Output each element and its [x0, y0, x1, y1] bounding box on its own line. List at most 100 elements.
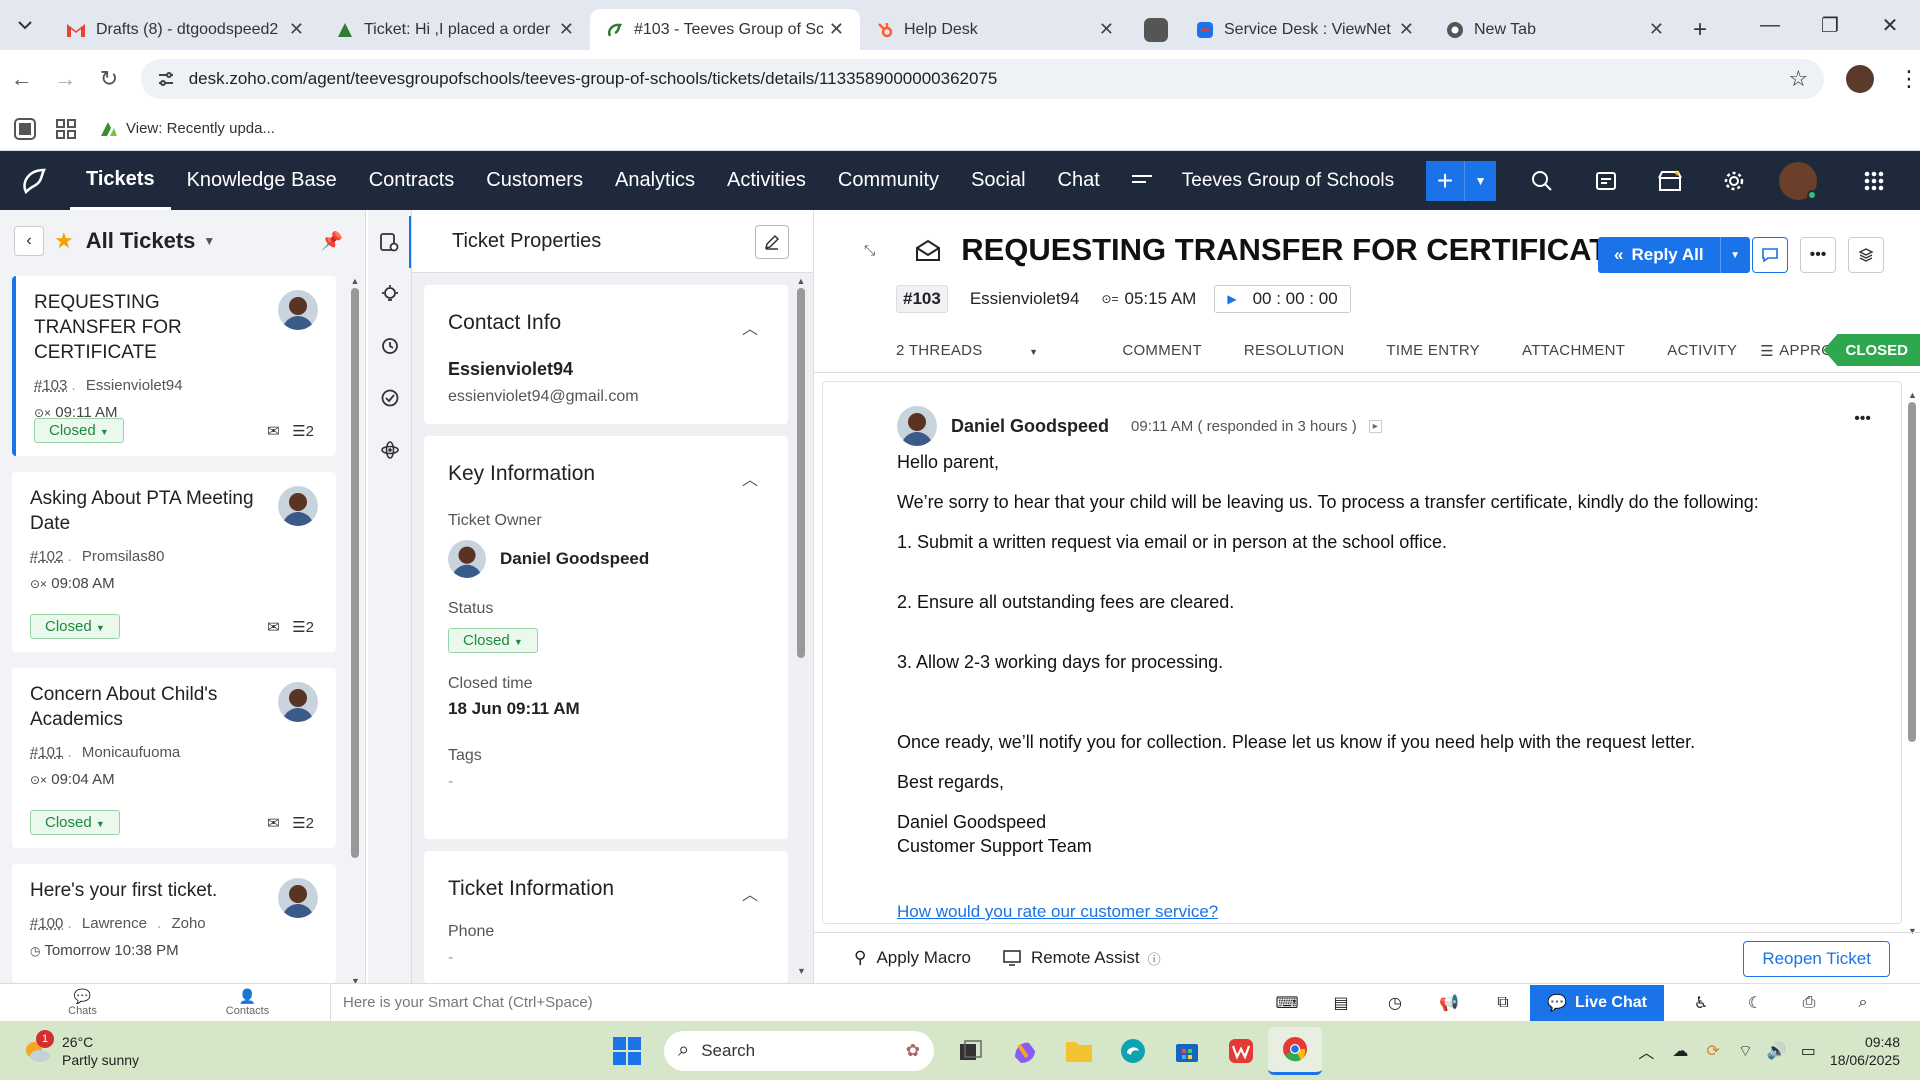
ticket-properties-icon[interactable] — [368, 216, 411, 268]
store-icon[interactable] — [1160, 1027, 1214, 1075]
clock-icon[interactable]: ◷ — [1368, 993, 1422, 1013]
back-button[interactable]: ‹ — [14, 226, 44, 256]
ticket-id[interactable]: #101 — [30, 744, 63, 761]
ticket-contact[interactable]: Promsilas80 — [82, 548, 165, 565]
chrome-taskbar-icon[interactable] — [1268, 1026, 1322, 1075]
tab-resolution[interactable]: RESOLUTION — [1244, 342, 1345, 359]
tab-group-icon[interactable] — [1130, 9, 1180, 50]
task-view-icon[interactable] — [944, 1027, 998, 1075]
time-tracker[interactable]: ▶ 00 : 00 : 00 — [1214, 285, 1351, 313]
list-scrollbar[interactable]: ▲ ▼ — [350, 276, 360, 986]
browser-tab-active[interactable]: #103 - Teeves Group of Sc ✕ — [590, 9, 860, 50]
reload-icon[interactable]: ↻ — [87, 66, 131, 92]
nav-chat[interactable]: Chat — [1042, 151, 1116, 210]
app-launcher-icon[interactable] — [1842, 171, 1906, 191]
forward-icon[interactable]: → — [44, 66, 88, 92]
nav-social[interactable]: Social — [955, 151, 1041, 210]
ticket-contact[interactable]: Essienviolet94 — [86, 377, 183, 394]
thread-count[interactable]: ✉ ☰2 — [267, 814, 314, 832]
collapse-icon[interactable]: ⤡ — [864, 242, 875, 259]
nav-customers[interactable]: Customers — [470, 151, 599, 210]
nav-more-icon[interactable] — [1116, 151, 1168, 210]
weather-widget[interactable]: 1 26°C Partly sunny — [0, 1029, 600, 1069]
browser-tab-helpdesk[interactable]: Help Desk ✕ — [860, 9, 1130, 50]
ticket-id[interactable]: #102 — [30, 548, 63, 565]
browser-tab-ticket[interactable]: Ticket: Hi ,I placed a order ✕ — [320, 9, 590, 50]
reopen-ticket-button[interactable]: Reopen Ticket — [1743, 941, 1890, 977]
check-circle-icon[interactable] — [368, 372, 411, 424]
accessibility-icon[interactable]: ♿ — [1674, 993, 1728, 1013]
ticket-contact[interactable]: Monicaufuoma — [82, 744, 180, 761]
close-tab-icon[interactable]: ✕ — [559, 19, 574, 40]
tab-threads[interactable]: 2 THREADS ▼ — [896, 342, 1080, 359]
close-window-button[interactable]: ✕ — [1860, 13, 1920, 38]
view-title[interactable]: All Tickets — [86, 228, 196, 254]
more-options-icon[interactable]: ••• — [1800, 237, 1836, 273]
close-tab-icon[interactable]: ✕ — [1099, 19, 1114, 40]
chevron-up-icon[interactable]: ︿ — [1638, 1039, 1654, 1063]
taskbar-search[interactable]: ⌕ Search ✿ — [664, 1030, 934, 1071]
chevron-down-icon[interactable]: ▼ — [203, 234, 215, 248]
ticket-contact[interactable]: Essienviolet94 — [970, 289, 1080, 309]
reply-all-button[interactable]: «Reply All — [1598, 237, 1720, 273]
ticket-account[interactable]: Zoho — [171, 915, 205, 932]
ticket-id[interactable]: #103 — [34, 377, 67, 394]
star-icon[interactable]: ★ — [54, 228, 74, 254]
tab-attachment[interactable]: ATTACHMENT — [1522, 342, 1625, 359]
rating-link[interactable]: How would you rate our customer service? — [897, 902, 1218, 922]
comment-icon[interactable] — [1752, 237, 1788, 273]
status-badge[interactable]: Closed ▼ — [30, 810, 120, 835]
smart-chat-input[interactable]: Here is your Smart Chat (Ctrl+Space) — [330, 983, 1330, 1022]
nav-community[interactable]: Community — [822, 151, 955, 210]
notes-icon[interactable] — [1574, 170, 1638, 192]
tags-value[interactable]: - — [448, 773, 764, 791]
add-icon[interactable]: + — [1426, 160, 1465, 201]
system-clock[interactable]: 09:48 18/06/2025 — [1830, 1033, 1900, 1069]
history-icon[interactable] — [368, 320, 411, 372]
dark-mode-icon[interactable]: ☾ — [1728, 993, 1782, 1013]
site-info-icon[interactable] — [157, 71, 175, 87]
browser-tab-servicedesk[interactable]: Service Desk : ViewNet Co ✕ — [1180, 9, 1430, 50]
nav-analytics[interactable]: Analytics — [599, 151, 711, 210]
chevron-down-icon[interactable]: ▼ — [1464, 160, 1497, 201]
nav-knowledge-base[interactable]: Knowledge Base — [171, 151, 353, 210]
thread-scrollbar[interactable]: ▲ ▼ — [1908, 390, 1918, 936]
cloud-sync-icon[interactable]: ☁ — [1672, 1041, 1688, 1061]
restore-button[interactable]: ❐ — [1800, 13, 1860, 38]
contacts-tab[interactable]: 👤 Contacts — [165, 984, 330, 1022]
megaphone-icon[interactable]: 📢 — [1422, 993, 1476, 1013]
more-options-icon[interactable]: ••• — [1854, 410, 1871, 428]
nav-contracts[interactable]: Contracts — [353, 151, 471, 210]
url-bar[interactable]: desk.zoho.com/agent/teevesgroupofschools… — [140, 58, 1825, 99]
volume-icon[interactable]: 🔊 — [1767, 1041, 1787, 1061]
contact-email[interactable]: essienviolet94@gmail.com — [448, 388, 764, 406]
edit-icon[interactable] — [755, 225, 789, 259]
ticket-card[interactable]: Asking About PTA Meeting Date #102 . Pro… — [12, 472, 336, 652]
ticket-card[interactable]: Concern About Child's Academics #101 . M… — [12, 668, 336, 848]
thread-count[interactable]: ✉ ☰2 — [267, 422, 314, 440]
nav-activities[interactable]: Activities — [711, 151, 822, 210]
tab-activity[interactable]: ACTIVITY — [1667, 342, 1737, 359]
apply-macro-button[interactable]: ⚲ Apply Macro — [854, 948, 971, 968]
chevron-down-icon[interactable]: ▼ — [1719, 237, 1750, 273]
marketplace-icon[interactable] — [1638, 168, 1702, 194]
integrations-icon[interactable] — [368, 424, 411, 476]
copilot-icon[interactable] — [998, 1027, 1052, 1075]
nav-tickets[interactable]: Tickets — [70, 151, 171, 210]
tab-time-entry[interactable]: TIME ENTRY — [1386, 342, 1480, 359]
ticket-card[interactable]: REQUESTING TRANSFER FOR CERTIFICATE #103… — [12, 276, 336, 456]
wifi-icon[interactable]: ⌔ — [1738, 1041, 1753, 1061]
chevron-up-icon[interactable]: ︿ — [742, 466, 758, 490]
status-dropdown[interactable]: Closed ▼ — [448, 628, 538, 653]
ticket-id[interactable]: #100 — [30, 915, 63, 932]
ticket-id[interactable]: #103 — [896, 285, 948, 313]
chevron-up-icon[interactable]: ︿ — [742, 315, 758, 339]
ticket-contact[interactable]: Lawrence — [82, 915, 147, 932]
pin-icon[interactable]: 📌 — [321, 231, 343, 252]
tab-search-button[interactable] — [0, 0, 50, 50]
new-tab-button[interactable]: + — [1680, 9, 1720, 50]
minimize-button[interactable]: — — [1740, 14, 1800, 37]
start-button[interactable] — [600, 1027, 654, 1075]
layers-icon[interactable] — [1848, 237, 1884, 273]
contact-name[interactable]: Essienviolet94 — [448, 359, 764, 380]
